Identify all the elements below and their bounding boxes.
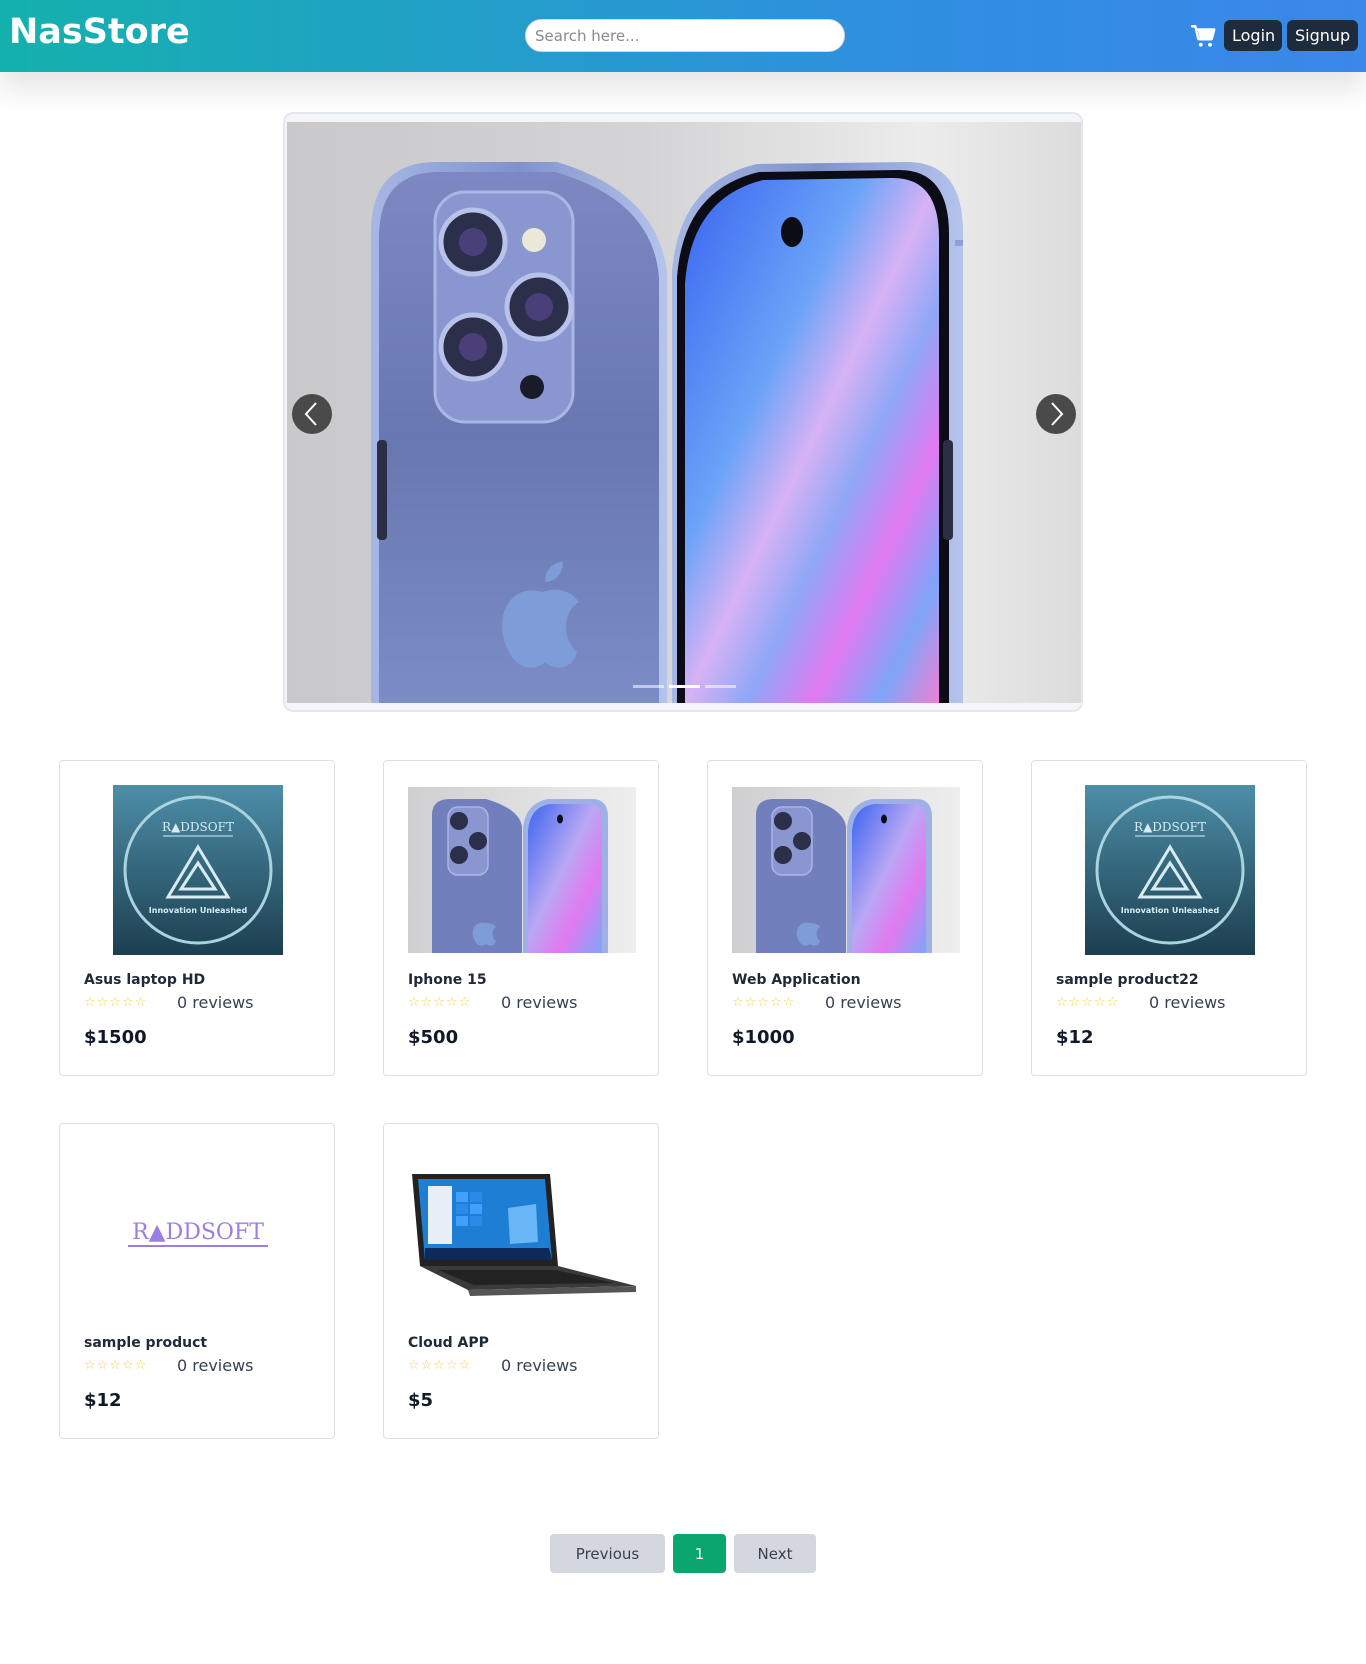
hero-carousel bbox=[283, 112, 1083, 712]
svg-text:R▲DDSOFT: R▲DDSOFT bbox=[1134, 820, 1206, 834]
product-image bbox=[408, 1148, 636, 1318]
product-name[interactable]: Iphone 15 bbox=[408, 972, 487, 988]
rating-stars: ☆☆☆☆☆ bbox=[84, 995, 148, 1010]
review-count: 0 reviews bbox=[501, 993, 578, 1012]
product-price: $1500 bbox=[84, 1027, 147, 1048]
rating-stars: ☆☆☆☆☆ bbox=[408, 1358, 472, 1373]
rating-stars: ☆☆☆☆☆ bbox=[84, 1358, 148, 1373]
review-count: 0 reviews bbox=[177, 1356, 254, 1375]
product-price: $12 bbox=[84, 1390, 122, 1411]
product-name[interactable]: sample product22 bbox=[1056, 972, 1199, 988]
brand-logo[interactable]: NasStore bbox=[9, 12, 190, 52]
rating-stars: ☆☆☆☆☆ bbox=[408, 995, 472, 1010]
product-name[interactable]: sample product bbox=[84, 1335, 207, 1351]
product-card[interactable]: R▲DDSOFT Innovation Unleashed Asus lapto… bbox=[59, 760, 335, 1076]
login-button[interactable]: Login bbox=[1224, 20, 1282, 51]
product-card[interactable]: Web Application ☆☆☆☆☆ 0 reviews $1000 bbox=[707, 760, 983, 1076]
pagination-page-button[interactable]: 1 bbox=[673, 1534, 726, 1573]
product-name[interactable]: Cloud APP bbox=[408, 1335, 489, 1351]
svg-text:Innovation Unleashed: Innovation Unleashed bbox=[1121, 906, 1220, 915]
review-count: 0 reviews bbox=[177, 993, 254, 1012]
product-price: $12 bbox=[1056, 1027, 1094, 1048]
product-name[interactable]: Asus laptop HD bbox=[84, 972, 205, 988]
review-count: 0 reviews bbox=[501, 1356, 578, 1375]
product-price: $500 bbox=[408, 1027, 459, 1048]
search-input[interactable] bbox=[525, 19, 845, 52]
product-image: R▲DDSOFT Innovation Unleashed bbox=[84, 785, 312, 955]
chevron-left-icon bbox=[304, 402, 317, 426]
rating-stars: ☆☆☆☆☆ bbox=[1056, 995, 1120, 1010]
carousel-indicator[interactable] bbox=[633, 685, 664, 688]
product-image bbox=[408, 785, 636, 955]
chevron-right-icon bbox=[1051, 402, 1064, 426]
top-navbar: NasStore Login Signup bbox=[0, 0, 1366, 72]
product-image bbox=[732, 785, 960, 955]
carousel-prev-button[interactable] bbox=[292, 394, 332, 434]
carousel-indicator-active[interactable] bbox=[669, 685, 700, 688]
review-count: 0 reviews bbox=[1149, 993, 1226, 1012]
carousel-slide-image bbox=[287, 122, 1081, 703]
cart-icon[interactable] bbox=[1190, 23, 1217, 49]
rating-stars: ☆☆☆☆☆ bbox=[732, 995, 796, 1010]
product-card[interactable]: Iphone 15 ☆☆☆☆☆ 0 reviews $500 bbox=[383, 760, 659, 1076]
signup-button[interactable]: Signup bbox=[1287, 20, 1358, 51]
product-card[interactable]: R▲DDSOFT Innovation Unleashed sample pro… bbox=[1031, 760, 1307, 1076]
svg-text:R▲DDSOFT: R▲DDSOFT bbox=[162, 820, 234, 834]
pagination-previous-button[interactable]: Previous bbox=[550, 1534, 665, 1573]
pagination-next-button[interactable]: Next bbox=[734, 1534, 816, 1573]
product-card[interactable]: Cloud APP ☆☆☆☆☆ 0 reviews $5 bbox=[383, 1123, 659, 1439]
product-card[interactable]: R▲DDSOFT sample product ☆☆☆☆☆ 0 reviews … bbox=[59, 1123, 335, 1439]
carousel-indicator[interactable] bbox=[705, 685, 736, 688]
product-image: R▲DDSOFT bbox=[84, 1148, 312, 1318]
product-name[interactable]: Web Application bbox=[732, 972, 861, 988]
product-price: $5 bbox=[408, 1390, 434, 1411]
product-image: R▲DDSOFT Innovation Unleashed bbox=[1056, 785, 1284, 955]
review-count: 0 reviews bbox=[825, 993, 902, 1012]
svg-text:Innovation Unleashed: Innovation Unleashed bbox=[149, 906, 248, 915]
product-price: $1000 bbox=[732, 1027, 795, 1048]
svg-text:R▲DDSOFT: R▲DDSOFT bbox=[132, 1220, 264, 1245]
carousel-next-button[interactable] bbox=[1036, 394, 1076, 434]
carousel-indicators bbox=[633, 685, 736, 689]
